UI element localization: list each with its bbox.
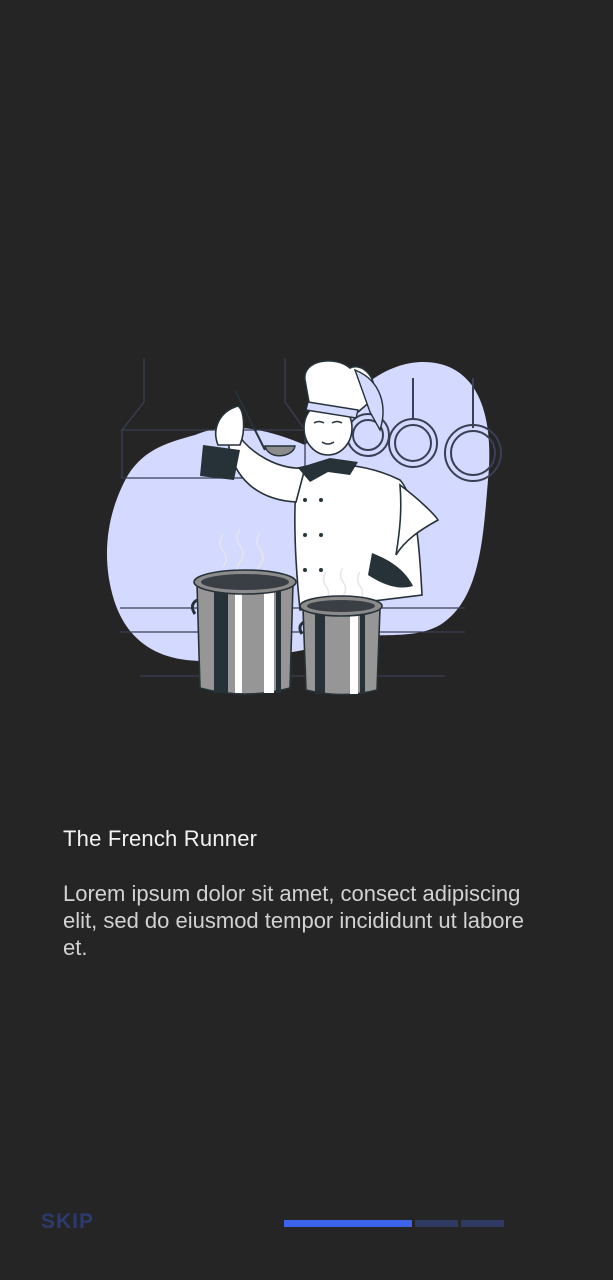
page-indicator-inactive [415,1220,458,1227]
small-pot [298,595,383,696]
onboarding-title: The French Runner [63,826,258,851]
skip-button[interactable]: SKIP [41,1210,94,1234]
page-indicator-inactive [461,1220,504,1227]
chef-cooking-illustration [106,358,502,696]
page-indicator [284,1220,504,1227]
onboarding-description: Lorem ipsum dolor sit amet, consect adip… [63,881,525,960]
page-indicator-active [284,1220,412,1227]
big-pot [190,569,297,695]
onboarding-screen: The French Runner Lorem ipsum dolor sit … [0,0,613,1280]
